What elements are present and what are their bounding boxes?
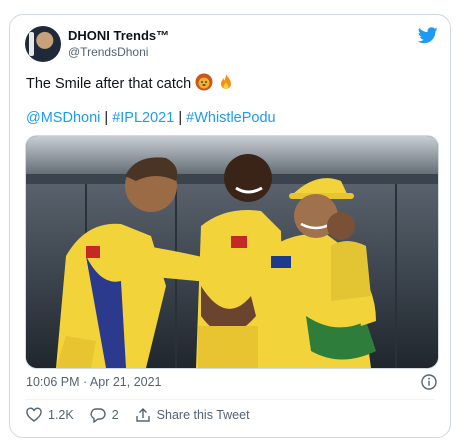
twitter-bird-icon[interactable] (418, 27, 438, 44)
info-icon[interactable] (421, 374, 437, 390)
author-avatar[interactable] (25, 26, 61, 62)
tweet-text: The Smile after that catch (26, 73, 235, 95)
lion-emoji (195, 73, 213, 95)
reply-button[interactable]: 2 (90, 407, 119, 423)
mention-msdhoni[interactable]: @MSDhoni (26, 110, 100, 126)
tag-separator: | (104, 110, 109, 126)
hashtag-ipl2021[interactable]: #IPL2021 (112, 110, 174, 126)
heart-icon (26, 407, 42, 422)
tweet-timestamp[interactable]: 10:06 PM · Apr 21, 2021 (26, 375, 162, 389)
author-name[interactable]: DHONI Trends™ (68, 28, 169, 43)
like-count: 1.2K (48, 408, 74, 422)
tweet-card: DHONI Trends™ @TrendsDhoni The Smile aft… (9, 14, 451, 438)
like-button[interactable]: 1.2K (26, 407, 74, 423)
tweet-tags: @MSDhoni | #IPL2021 | #WhistlePodu (26, 110, 276, 126)
share-button[interactable]: Share this Tweet (135, 407, 250, 423)
fire-emoji (217, 73, 235, 95)
share-icon (135, 408, 150, 422)
reply-count: 2 (111, 408, 119, 422)
tweet-actions: 1.2K 2 Share this Tweet (26, 407, 266, 423)
photo-illustration (26, 136, 438, 368)
hashtag-whistlepodu[interactable]: #WhistlePodu (186, 110, 275, 126)
share-label: Share this Tweet (156, 408, 250, 422)
tweet-photo[interactable] (25, 135, 439, 369)
tweet-body: The Smile after that catch (26, 76, 192, 92)
tag-separator: | (178, 110, 183, 126)
reply-icon (90, 408, 106, 423)
divider (25, 399, 435, 400)
author-handle[interactable]: @TrendsDhoni (68, 45, 148, 59)
